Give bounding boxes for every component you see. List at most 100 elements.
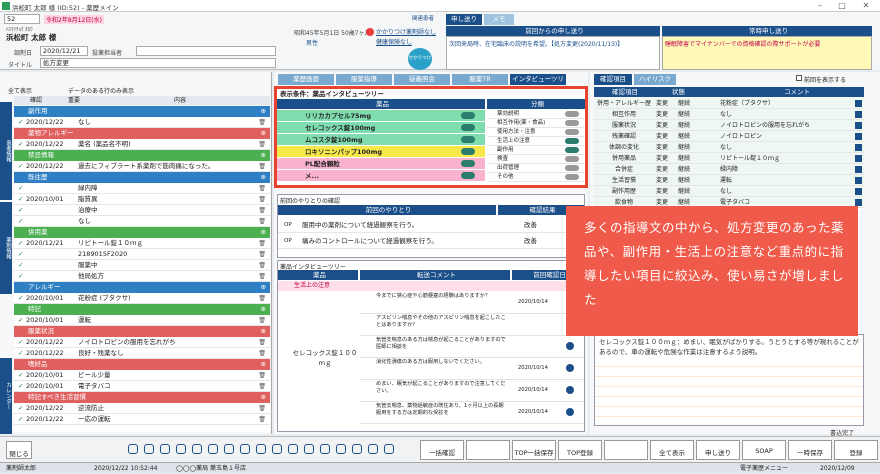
vtab-drug-info[interactable]: 薬剤情報 bbox=[0, 202, 12, 294]
trash-icon[interactable]: 🗑 bbox=[258, 271, 266, 281]
tree-row[interactable]: 消化性潰瘍のある方は服用しないでください。 2020/10/14 bbox=[360, 358, 584, 380]
list-item[interactable]: ✓ 2020/12/22 良好・残薬なし 🗑 bbox=[14, 348, 270, 359]
tab-high-risk[interactable]: ハイリスク bbox=[634, 74, 676, 85]
check-item-row[interactable]: 体調の変化 変更 継続 なし bbox=[594, 142, 864, 153]
list-item[interactable]: ✓ 2020/10/01 ビール少量 🗑 bbox=[14, 370, 270, 381]
list-item[interactable]: ✓ 2020/12/21 リピトール錠１０ｍｇ 🗑 bbox=[14, 238, 270, 249]
trash-icon[interactable]: 🗑 bbox=[258, 315, 266, 325]
check-state2[interactable]: 継続 bbox=[678, 120, 690, 130]
trash-icon[interactable]: 🗑 bbox=[258, 293, 266, 303]
list-item[interactable]: ✓ 2020/12/22 逆流防止 🗑 bbox=[14, 403, 270, 414]
tree-row[interactable]: 気管支喘息のある方は喘息が起こることがありますので医師に相談を bbox=[360, 336, 584, 358]
trash-icon[interactable]: 🗑 bbox=[258, 216, 266, 226]
list-item[interactable]: ✓ 2020/12/22 一応の運転 🗑 bbox=[14, 414, 270, 425]
vtab-patient-info[interactable]: 患者情報 bbox=[0, 102, 12, 200]
check-item-row[interactable]: 副作用歴 変更 継続 なし bbox=[594, 186, 864, 197]
toolbar-icon[interactable] bbox=[352, 444, 362, 454]
toolbar-icon[interactable] bbox=[160, 444, 170, 454]
edit-icon[interactable] bbox=[855, 199, 862, 206]
add-icon[interactable]: ⊕ bbox=[261, 326, 266, 337]
tree-row[interactable]: めまい、眠気が起こることがありますので注意してください。 2020/10/14 bbox=[360, 380, 584, 402]
check-item-row[interactable]: 残薬確認 変更 継続 ノイロトロピン bbox=[594, 131, 864, 142]
perm-handover-text[interactable]: 睡眠障害でマイナンバーでの資格確認の際サポートが必要 bbox=[662, 36, 872, 70]
confirm-check-icon[interactable] bbox=[566, 342, 574, 350]
edit-icon[interactable] bbox=[855, 155, 862, 162]
check-state2[interactable]: 継続 bbox=[678, 164, 690, 174]
add-icon[interactable]: ⊕ bbox=[261, 304, 266, 315]
check-state2[interactable]: 継続 bbox=[678, 98, 690, 108]
toolbar-icon[interactable] bbox=[384, 444, 394, 454]
toolbar-icon[interactable] bbox=[304, 444, 314, 454]
toolbar-icon[interactable] bbox=[336, 444, 346, 454]
tab-handover[interactable]: 申し送り bbox=[446, 14, 482, 25]
close-button[interactable]: ✕ bbox=[856, 1, 876, 11]
title-field[interactable]: 処方変更 bbox=[40, 58, 276, 68]
edit-icon[interactable] bbox=[855, 144, 862, 151]
add-icon[interactable]: ⊕ bbox=[261, 392, 266, 403]
radio-all-label[interactable]: 全て表示 bbox=[8, 86, 32, 95]
add-icon[interactable]: ⊕ bbox=[261, 227, 266, 238]
edit-icon[interactable] bbox=[855, 100, 862, 107]
list-item[interactable]: ✓ 緑内障 🗑 bbox=[14, 183, 270, 194]
prev-handover-text[interactable]: 次回来局時、在宅臨床の説明を希望。【処方変更(2020/11/13)】 bbox=[446, 36, 660, 70]
minimize-button[interactable]: – bbox=[810, 1, 830, 11]
fkey-F7[interactable] bbox=[604, 440, 648, 460]
trash-icon[interactable]: 🗑 bbox=[258, 117, 266, 127]
prev-exchange-row[interactable]: OP 痛みのコントロールについて経過観察を行う。 改善 bbox=[278, 233, 584, 249]
add-icon[interactable]: ⊕ bbox=[261, 128, 266, 139]
check-state[interactable]: 変更 bbox=[656, 153, 668, 163]
toolbar-icon[interactable] bbox=[240, 444, 250, 454]
trash-icon[interactable]: 🗑 bbox=[258, 249, 266, 259]
tab-center-2[interactable]: 疑義照会 bbox=[394, 74, 450, 85]
check-state2[interactable]: 継続 bbox=[678, 175, 690, 185]
trash-icon[interactable]: 🗑 bbox=[258, 370, 266, 380]
fkey-F8[interactable]: 全て表示 bbox=[650, 440, 694, 460]
soap-lines[interactable] bbox=[595, 357, 863, 425]
tab-center-4[interactable]: インタビューツリー bbox=[510, 74, 566, 94]
add-icon[interactable]: ⊕ bbox=[261, 150, 266, 161]
check-state[interactable]: 変更 bbox=[656, 142, 668, 152]
trash-icon[interactable]: 🗑 bbox=[258, 414, 266, 424]
fkey-F5[interactable]: TOP登録 bbox=[558, 440, 602, 460]
check-item-row[interactable]: 生活習慣 変更 継続 運転 bbox=[594, 175, 864, 186]
check-state[interactable]: 変更 bbox=[656, 98, 668, 108]
insurance-link[interactable]: 健康保険なし bbox=[376, 37, 412, 46]
pharmacist-link[interactable]: かかりつけ薬剤師なし bbox=[376, 27, 436, 36]
reception-date-field[interactable]: 2020/12/21 bbox=[40, 46, 88, 56]
tree-category[interactable]: 生活上の注意 bbox=[278, 281, 584, 291]
list-item[interactable]: ✓ 治療中 🗑 bbox=[14, 205, 270, 216]
check-item-row[interactable]: 服薬状況 変更 継続 ノイロトロピンの服用を忘れがち bbox=[594, 120, 864, 131]
toolbar-icon[interactable] bbox=[128, 444, 138, 454]
trash-icon[interactable]: 🗑 bbox=[258, 260, 266, 270]
trash-icon[interactable]: 🗑 bbox=[258, 205, 266, 215]
list-item[interactable]: ✓ 2020/12/22 なし 🗑 bbox=[14, 117, 270, 128]
list-item[interactable]: ✓ 2020/10/01 電子タバコ 🗑 bbox=[14, 381, 270, 392]
check-state[interactable]: 変更 bbox=[656, 175, 668, 185]
prev-exchange-row[interactable]: OP 服用中の薬剤について経過観察を行う。 改善 bbox=[278, 217, 584, 233]
check-state2[interactable]: 継続 bbox=[678, 153, 690, 163]
fkey-F3[interactable] bbox=[466, 440, 510, 460]
trash-icon[interactable]: 🗑 bbox=[258, 194, 266, 204]
edit-icon[interactable] bbox=[855, 177, 862, 184]
related-patients[interactable]: 関連患者 bbox=[412, 14, 434, 22]
trash-icon[interactable]: 🗑 bbox=[258, 139, 266, 149]
list-item[interactable]: ✓ 2020/12/22 ノイロトロピンの服用を忘れがち 🗑 bbox=[14, 337, 270, 348]
pharmacist-field[interactable] bbox=[136, 46, 276, 56]
toolbar-icon[interactable] bbox=[176, 444, 186, 454]
tab-check-items[interactable]: 確認項目 bbox=[594, 74, 632, 85]
list-item[interactable]: ✓ なし 🗑 bbox=[14, 216, 270, 227]
confirm-check-icon[interactable] bbox=[566, 408, 574, 416]
tree-row[interactable]: アスピリン喘息やその他のアスピリン喘息を起こしたことはありますか？ bbox=[360, 314, 584, 336]
tab-center-1[interactable]: 服薬指導 bbox=[336, 74, 392, 85]
fkey-F4[interactable]: TOP一括保存 bbox=[512, 440, 556, 460]
tab-center-3[interactable]: 服薬TR bbox=[452, 74, 508, 85]
radio-data-label[interactable]: データのある行のみ表示 bbox=[68, 86, 134, 95]
trash-icon[interactable]: 🗑 bbox=[258, 348, 266, 358]
toolbar-icon[interactable] bbox=[272, 444, 282, 454]
tree-row[interactable]: 今までに狭心症や心筋梗塞の経験はありますか？ 2020/10/14 bbox=[360, 292, 584, 314]
list-item[interactable]: ✓ 2020/12/22 過去にフィブラート系薬剤で筋肉痛になった。 🗑 bbox=[14, 161, 270, 172]
fkey-F9[interactable]: 申し送り bbox=[696, 440, 740, 460]
add-icon[interactable]: ⊕ bbox=[261, 172, 266, 183]
fkey-F1[interactable]: 一括確認 bbox=[420, 440, 464, 460]
fkey-F12[interactable]: 登録 bbox=[834, 440, 878, 460]
